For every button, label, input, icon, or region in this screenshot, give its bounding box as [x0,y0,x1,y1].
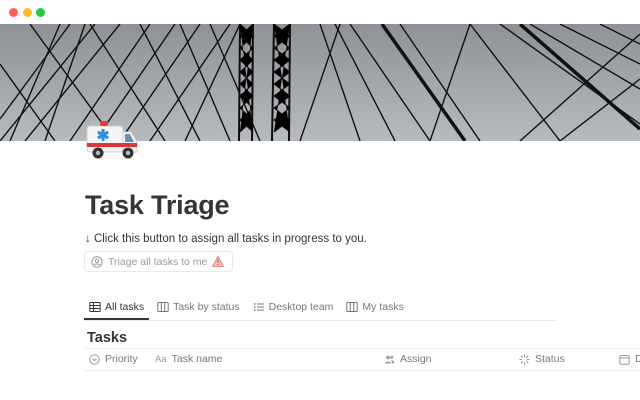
tab-all-tasks[interactable]: All tasks [84,298,150,320]
table-header: Priority Aa Task name Assign Status D [84,348,640,371]
tab-label: Desktop team [268,301,334,313]
board-icon [157,301,169,313]
column-header-priority[interactable]: Priority [89,353,138,365]
tab-my-tasks[interactable]: My tasks [341,298,408,319]
tab-label: Task by status [173,301,240,313]
list-icon [253,301,265,313]
status-icon [519,353,530,365]
triage-button-label: Triage all tasks to me [108,255,208,268]
board-icon [346,301,359,313]
close-window-button[interactable] [9,8,18,17]
column-header-status[interactable]: Status [519,353,565,365]
people-icon [384,354,395,365]
column-label: Assign [400,353,432,365]
column-label: Status [535,353,565,365]
tab-label: All tasks [105,301,145,313]
instruction-text: ↓ Click this button to assign all tasks … [85,233,367,245]
triage-all-tasks-button[interactable]: Triage all tasks to me [84,251,234,272]
warning-icon [212,255,225,267]
view-tabs: All tasks Task by status Desktop team My… [84,298,556,321]
page-title[interactable]: Task Triage [85,190,230,221]
column-label: D [635,353,640,365]
maximize-window-button[interactable] [36,8,45,17]
ambulance-icon[interactable] [84,112,140,164]
select-icon [89,353,100,365]
database-title[interactable]: Tasks [87,330,127,346]
calendar-icon [619,354,630,365]
column-header-assign[interactable]: Assign [384,353,432,365]
table-icon [89,301,101,313]
tab-desktop-team[interactable]: Desktop team [248,298,339,319]
column-header-date[interactable]: D [619,353,640,365]
minimize-window-button[interactable] [23,8,32,17]
text-aa-icon: Aa [155,353,167,365]
user-circle-icon [91,255,103,268]
column-header-task-name[interactable]: Aa Task name [155,353,222,365]
tab-label: My tasks [362,301,404,313]
column-label: Priority [105,353,138,365]
tab-task-by-status[interactable]: Task by status [152,298,245,319]
column-label: Task name [171,353,223,365]
window-titlebar [0,0,640,24]
